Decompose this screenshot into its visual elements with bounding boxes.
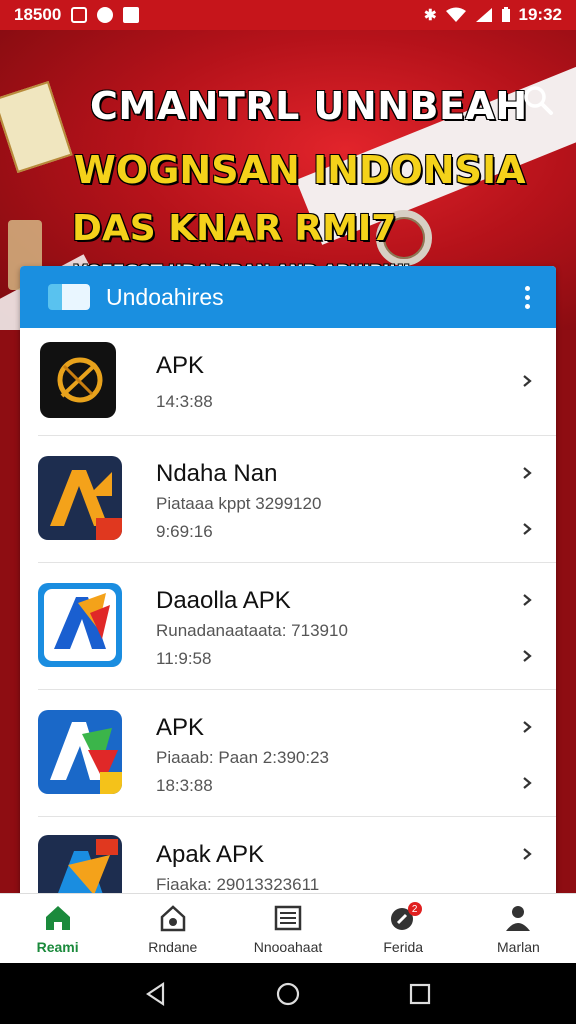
card-header: Undoahires — [20, 266, 556, 328]
search-icon[interactable] — [520, 82, 556, 118]
folder-icon — [48, 284, 90, 310]
banner-subtitle-2: DAS KNAR RMI7 — [72, 208, 397, 249]
back-icon[interactable] — [143, 981, 169, 1007]
nav-home[interactable]: Reami — [0, 894, 115, 963]
person-icon — [506, 905, 531, 931]
battery-icon — [501, 7, 510, 22]
list-item[interactable]: APK 14:3:88 — [38, 328, 556, 436]
nav-label: Rndane — [148, 938, 198, 955]
app-time: 11:9:58 — [156, 649, 212, 668]
nav-rndane[interactable]: Rndane — [115, 894, 230, 963]
bluetooth-icon: ✱ — [423, 7, 437, 24]
app-detail: Runadanaataata: 713910 — [156, 621, 348, 640]
status-clock: 19:32 — [518, 5, 562, 24]
recents-icon[interactable] — [407, 981, 433, 1007]
banknote-illustration — [0, 80, 73, 174]
signal-icon — [475, 8, 492, 22]
status-bar: 18500 ✱ 19:32 — [0, 0, 576, 30]
shield-notification-icon — [97, 7, 114, 23]
nav-label: Nnooahaat — [253, 938, 323, 955]
nav-news[interactable]: Nnooahaat — [230, 894, 345, 963]
banner-subtitle: WOGNSAN INDONSIA — [74, 148, 526, 192]
home-circle-icon[interactable] — [275, 981, 301, 1007]
app-icon — [38, 583, 122, 667]
nav-ferida[interactable]: 2 Ferida — [346, 894, 461, 963]
home-icon — [45, 905, 70, 930]
newspaper-icon — [274, 905, 302, 930]
app-name: Ndaha Nan — [156, 460, 278, 487]
chevron-right-icon — [523, 523, 532, 535]
nav-label: Ferida — [383, 938, 424, 955]
more-vertical-icon[interactable] — [520, 285, 534, 309]
app-icon — [40, 342, 116, 418]
nav-profile[interactable]: Marlan — [461, 894, 576, 963]
image-notification-icon — [71, 7, 88, 23]
app-notification-icon — [123, 7, 140, 23]
status-time: 18500 — [14, 5, 62, 24]
nav-label: Marlan — [497, 938, 540, 955]
list-item[interactable]: APK Piaaab: Paan 2:390:23 18:3:88 — [38, 690, 556, 817]
chevron-right-icon — [523, 594, 532, 606]
app-detail: Piataaa kppt 3299120 — [156, 494, 322, 513]
app-detail: Fiaaka: 29013323611 — [156, 875, 320, 894]
bottom-navigation: Reami Rndane Nnooahaat 2 Ferida Marlan — [0, 893, 576, 963]
card-title: Undoahires — [106, 283, 224, 310]
downloads-card: Undoahires APK 14:3:88 Ndaha Nan Piataaa — [20, 266, 556, 906]
chevron-right-icon — [523, 777, 532, 789]
chevron-right-icon — [523, 650, 532, 662]
chevron-right-icon — [523, 375, 532, 387]
house-settings-icon — [160, 904, 186, 931]
chevron-right-icon — [523, 467, 532, 479]
app-icon — [38, 456, 122, 540]
nav-label: Reami — [36, 938, 79, 955]
wifi-icon — [445, 7, 466, 22]
app-detail: Piaaab: Paan 2:390:23 — [156, 748, 329, 767]
app-name: APK — [156, 352, 205, 379]
chevron-right-icon — [523, 848, 532, 860]
app-icon — [38, 710, 122, 794]
list-item[interactable]: Ndaha Nan Piataaa kppt 3299120 9:69:16 — [38, 436, 556, 563]
system-navigation — [0, 963, 576, 1024]
list-item[interactable]: Daaolla APK Runadanaataata: 713910 11:9:… — [38, 563, 556, 690]
chevron-right-icon — [523, 721, 532, 733]
banner-title: CMANTRL UNNBEAH — [90, 84, 528, 128]
app-name: APK — [156, 714, 205, 741]
notification-badge: 2 — [407, 902, 422, 916]
app-detail: 14:3:88 — [156, 392, 213, 411]
app-name: Daaolla APK — [156, 587, 291, 614]
app-name: Apak APK — [156, 841, 265, 868]
app-time: 9:69:16 — [156, 522, 213, 541]
app-time: 18:3:88 — [156, 776, 213, 795]
